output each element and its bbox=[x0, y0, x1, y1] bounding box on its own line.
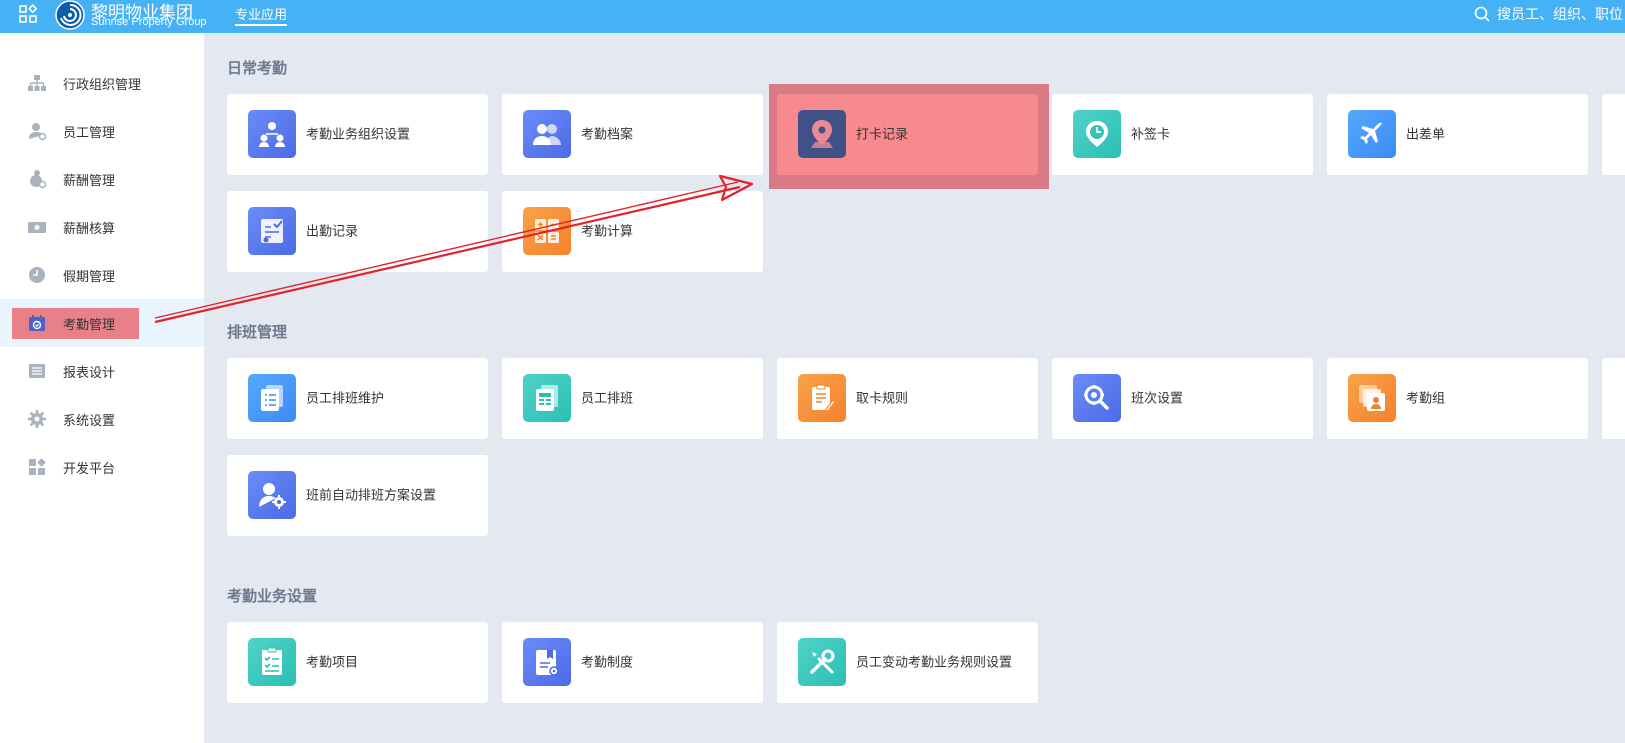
company-logo-icon[interactable] bbox=[55, 0, 85, 30]
sidebar-item-salary[interactable]: 薪酬管理 bbox=[0, 155, 204, 203]
search-icon[interactable] bbox=[1474, 6, 1490, 22]
report-icon bbox=[29, 364, 45, 378]
nav-tab-professional-apps[interactable]: 专业应用 bbox=[235, 4, 288, 26]
card-attendance-calc[interactable]: 考勤计算 bbox=[502, 191, 763, 272]
card-label: 班前自动排班方案设置 bbox=[306, 488, 437, 503]
sidebar-item-label: 薪酬管理 bbox=[63, 173, 116, 189]
card-employee-change-rules[interactable]: 员工变动考勤业务规则设置 bbox=[777, 622, 1038, 703]
sidebar-item-label: 薪酬核算 bbox=[63, 221, 116, 237]
card-attendance-items[interactable]: 考勤项目 bbox=[227, 622, 488, 703]
sidebar-item-payroll[interactable]: 薪酬核算 bbox=[0, 203, 204, 251]
card-clock-rules[interactable]: 取卡规则 bbox=[777, 358, 1038, 439]
card-label: 考勤组 bbox=[1406, 391, 1446, 406]
card-shift-settings[interactable]: 班次设置 bbox=[1052, 358, 1313, 439]
sidebar-item-devplatform[interactable]: 开发平台 bbox=[0, 443, 204, 491]
people-icon bbox=[523, 110, 571, 158]
table-doc-icon bbox=[523, 374, 571, 422]
card-label: 班次设置 bbox=[1131, 391, 1184, 406]
card-label: 考勤业务组织设置 bbox=[306, 127, 411, 142]
clock-pin-icon bbox=[1073, 110, 1121, 158]
card-shift-maintenance[interactable]: 员工排班维护 bbox=[227, 358, 488, 439]
card-label: 考勤制度 bbox=[581, 655, 634, 670]
gear-icon bbox=[28, 410, 46, 428]
section-title-attendance-business: 考勤业务设置 bbox=[227, 587, 318, 605]
sidebar-item-label: 假期管理 bbox=[63, 269, 116, 285]
card-label: 员工排班维护 bbox=[306, 391, 385, 406]
card-label: 员工变动考勤业务规则设置 bbox=[856, 655, 1013, 670]
map-pin-icon bbox=[798, 110, 846, 158]
sidebar-item-settings[interactable]: 系统设置 bbox=[0, 395, 204, 443]
card-attendance-group[interactable]: 考勤组 bbox=[1327, 358, 1588, 439]
card-label: 考勤档案 bbox=[581, 127, 634, 142]
money-bag-icon bbox=[30, 170, 47, 189]
user-gear-icon bbox=[29, 123, 47, 141]
brand-name-en: Sunrise Property Group bbox=[91, 16, 207, 28]
card-label: 考勤项目 bbox=[306, 655, 359, 670]
card-employee-shift[interactable]: 员工排班 bbox=[502, 358, 763, 439]
sidebar-item-label: 考勤管理 bbox=[63, 317, 116, 333]
card-partial[interactable] bbox=[1602, 94, 1625, 175]
sidebar: 行政组织管理 员工管理 薪酬管理 薪酬核算 假期管理 考勤管理 报表设计 系统设… bbox=[0, 33, 204, 743]
sidebar-item-label: 开发平台 bbox=[63, 461, 116, 477]
sidebar-item-attendance[interactable]: 考勤管理 bbox=[0, 299, 204, 347]
card-partial[interactable] bbox=[1602, 358, 1625, 439]
card-clock-in-records[interactable]: 打卡记录 bbox=[777, 94, 1038, 175]
card-attendance-org-settings[interactable]: 考勤业务组织设置 bbox=[227, 94, 488, 175]
card-label: 出差单 bbox=[1406, 127, 1446, 142]
cash-icon bbox=[28, 222, 46, 233]
card-attendance-archive[interactable]: 考勤档案 bbox=[502, 94, 763, 175]
apps-icon bbox=[29, 458, 46, 475]
card-label: 员工排班 bbox=[581, 391, 634, 406]
sidebar-item-label: 员工管理 bbox=[63, 125, 116, 141]
top-bar: 黎明物业集团 Sunrise Property Group 专业应用 搜员工、组… bbox=[0, 0, 1625, 33]
sidebar-item-label: 报表设计 bbox=[63, 365, 116, 381]
card-auto-shift-plan[interactable]: 班前自动排班方案设置 bbox=[227, 455, 488, 536]
sidebar-item-leave[interactable]: 假期管理 bbox=[0, 251, 204, 299]
sidebar-item-label: 行政组织管理 bbox=[63, 77, 142, 93]
tools-icon bbox=[798, 638, 846, 686]
card-attendance-records[interactable]: 出勤记录 bbox=[227, 191, 488, 272]
section-title-daily-attendance: 日常考勤 bbox=[227, 59, 288, 77]
rule-book-icon bbox=[523, 638, 571, 686]
card-label: 打卡记录 bbox=[856, 127, 909, 142]
card-label: 取卡规则 bbox=[856, 391, 909, 406]
card-label: 补签卡 bbox=[1131, 127, 1171, 142]
card-label: 出勤记录 bbox=[306, 224, 359, 239]
search-input[interactable]: 搜员工、组织、职位 bbox=[1497, 4, 1623, 24]
clipboard-edit-icon bbox=[798, 374, 846, 422]
user-settings-icon bbox=[248, 471, 296, 519]
card-attendance-rules[interactable]: 考勤制度 bbox=[502, 622, 763, 703]
calculator-icon bbox=[523, 207, 571, 255]
card-business-trip[interactable]: 出差单 bbox=[1327, 94, 1588, 175]
route-check-icon bbox=[248, 207, 296, 255]
card-supplementary-card[interactable]: 补签卡 bbox=[1052, 94, 1313, 175]
org-tree-icon bbox=[28, 75, 46, 91]
calendar-check-icon bbox=[29, 315, 45, 331]
airplane-icon bbox=[1348, 110, 1396, 158]
clock-icon bbox=[29, 267, 45, 283]
org-people-icon bbox=[248, 110, 296, 158]
search-gear-icon bbox=[1073, 374, 1121, 422]
section-title-shift-management: 排班管理 bbox=[227, 323, 288, 341]
sidebar-item-org[interactable]: 行政组织管理 bbox=[0, 59, 204, 107]
group-card-icon bbox=[1348, 374, 1396, 422]
list-doc-icon bbox=[248, 374, 296, 422]
sidebar-item-employee[interactable]: 员工管理 bbox=[0, 107, 204, 155]
sidebar-item-label: 系统设置 bbox=[63, 413, 116, 429]
checklist-icon bbox=[248, 638, 296, 686]
sidebar-item-report[interactable]: 报表设计 bbox=[0, 347, 204, 395]
card-label: 考勤计算 bbox=[581, 224, 634, 239]
app-grid-icon[interactable] bbox=[18, 4, 38, 24]
